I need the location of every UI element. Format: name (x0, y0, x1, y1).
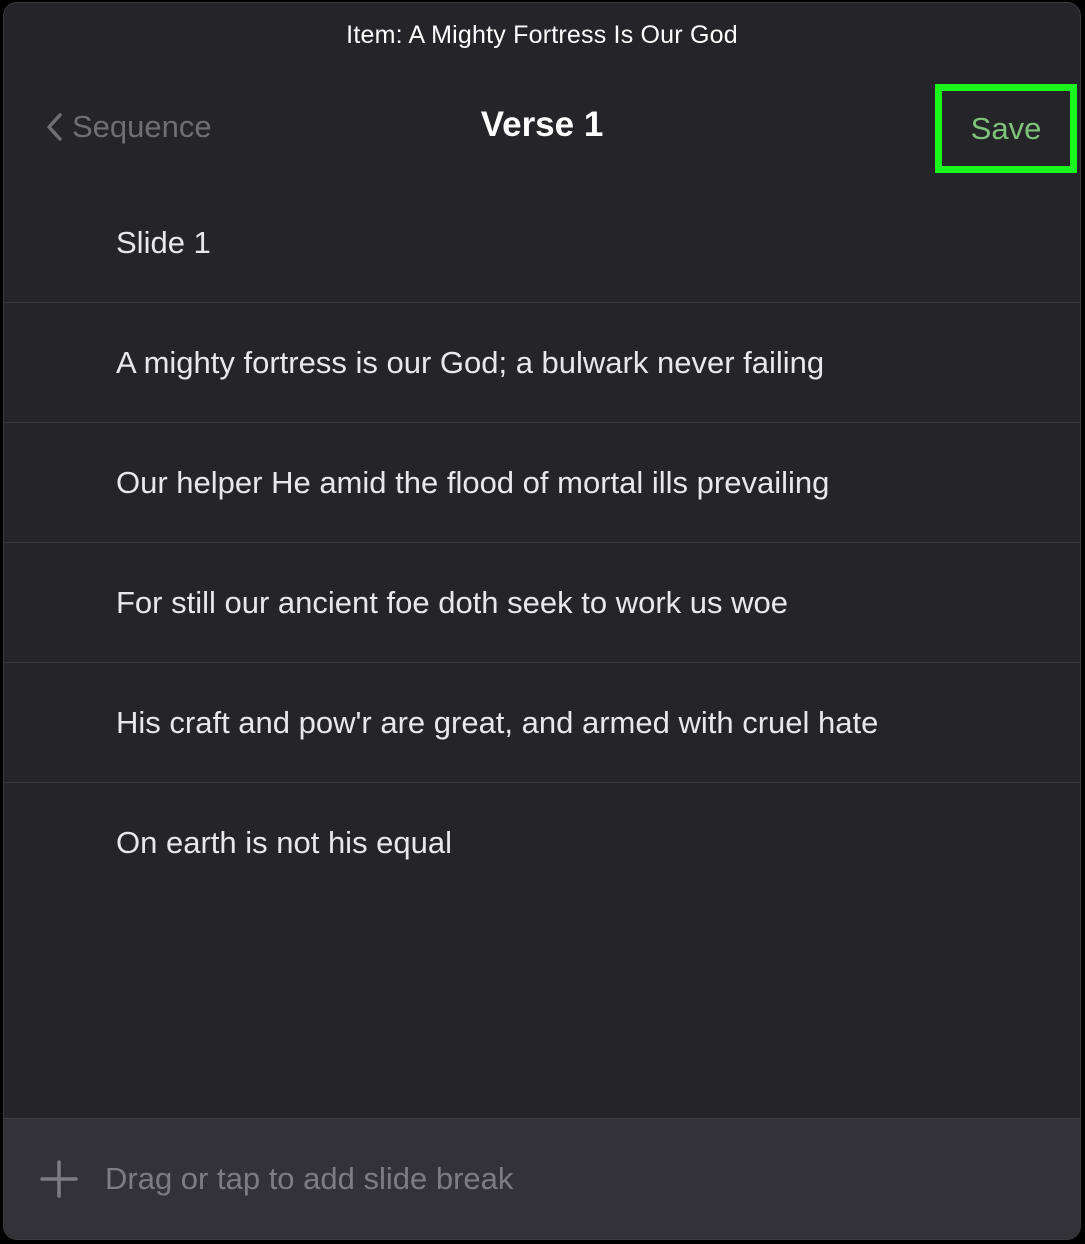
add-slide-break-bar[interactable]: Drag or tap to add slide break (4, 1118, 1080, 1239)
add-slide-break-label: Drag or tap to add slide break (105, 1161, 514, 1196)
list-item[interactable]: Our helper He amid the flood of mortal i… (4, 423, 1080, 543)
navigation-bar: Sequence Verse 1 Save (4, 73, 1080, 183)
save-button[interactable]: Save (935, 84, 1077, 173)
list-item[interactable]: His craft and pow'r are great, and armed… (4, 663, 1080, 783)
list-item[interactable]: A mighty fortress is our God; a bulwark … (4, 303, 1080, 423)
slide-line-list: Slide 1 A mighty fortress is our God; a … (4, 183, 1080, 903)
edit-verse-panel: Item: A Mighty Fortress Is Our God Seque… (3, 2, 1081, 1240)
item-title: Item: A Mighty Fortress Is Our God (346, 21, 738, 49)
list-item[interactable]: On earth is not his equal (4, 783, 1080, 903)
page-title: Verse 1 (480, 105, 604, 144)
list-item[interactable]: Slide 1 (4, 183, 1080, 303)
list-item[interactable]: For still our ancient foe doth seek to w… (4, 543, 1080, 663)
plus-icon (40, 1160, 78, 1198)
